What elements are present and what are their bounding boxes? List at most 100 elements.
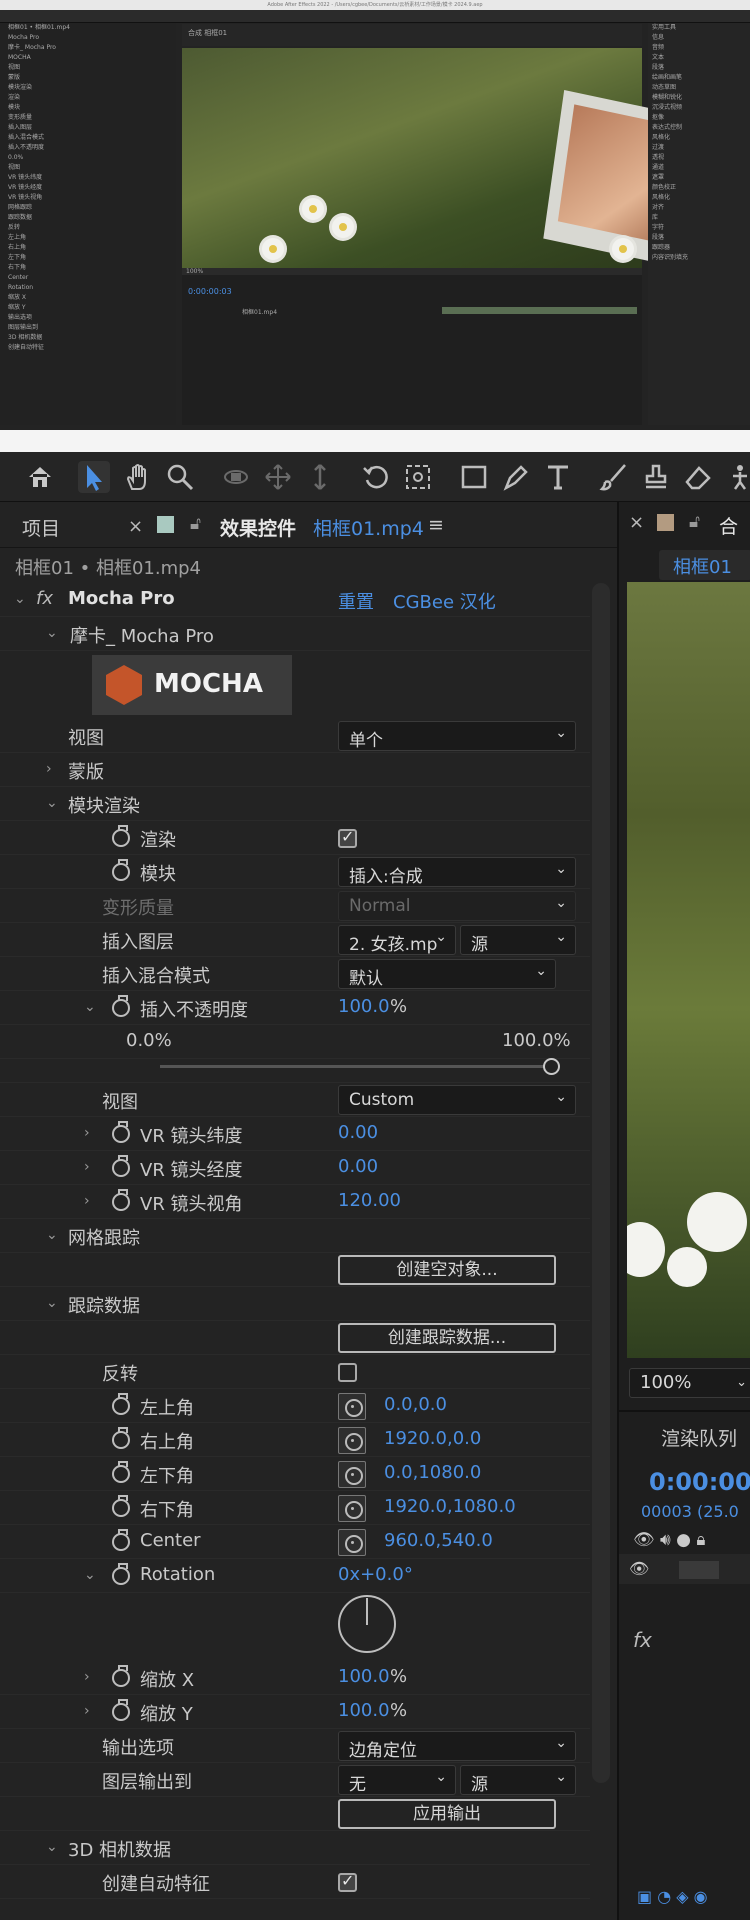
top-left-crosshair-icon[interactable] xyxy=(338,1393,366,1420)
clone-stamp-icon[interactable] xyxy=(640,461,672,493)
twirl-open-icon[interactable]: ⌄ xyxy=(14,591,26,607)
stopwatch-icon[interactable] xyxy=(112,1189,130,1211)
blend-dropdown[interactable]: 默认 ⌄ xyxy=(338,959,556,989)
insert-layer-source-dropdown[interactable]: 源 ⌄ xyxy=(460,925,576,955)
output-options-dropdown[interactable]: 边角定位 ⌄ xyxy=(338,1731,576,1761)
stopwatch-icon[interactable] xyxy=(112,1121,130,1143)
twirl-open-icon[interactable]: ⌄ xyxy=(84,999,96,1015)
twirl-open-icon[interactable]: ⌄ xyxy=(46,1839,58,1855)
stopwatch-icon[interactable] xyxy=(112,1495,130,1517)
bottom-left-crosshair-icon[interactable] xyxy=(338,1461,366,1488)
view-dropdown[interactable]: 单个 ⌄ xyxy=(338,721,576,751)
rotation-value[interactable]: 0x+0.0° xyxy=(338,1564,413,1585)
render-checkbox[interactable] xyxy=(338,827,357,848)
close-icon[interactable]: × xyxy=(629,512,644,533)
stopwatch-icon[interactable] xyxy=(112,1393,130,1415)
stopwatch-icon[interactable] xyxy=(112,1665,130,1687)
twirl-closed-icon[interactable]: › xyxy=(46,761,52,777)
bottom-right-crosshair-icon[interactable] xyxy=(338,1495,366,1522)
pan-camera-icon[interactable] xyxy=(262,461,294,493)
layer-row[interactable]: 👁︎ xyxy=(619,1554,750,1584)
layer-output-source-dropdown[interactable]: 源 ⌄ xyxy=(460,1765,576,1795)
stopwatch-icon[interactable] xyxy=(112,1563,130,1585)
orbit-camera-icon[interactable] xyxy=(220,461,252,493)
view2-dropdown[interactable]: Custom ⌄ xyxy=(338,1085,576,1115)
apply-output-button[interactable]: 应用输出 xyxy=(338,1799,556,1829)
stopwatch-icon[interactable] xyxy=(112,995,130,1017)
dolly-camera-icon[interactable] xyxy=(304,461,336,493)
vr-lat-value[interactable]: 0.00 xyxy=(338,1122,378,1143)
panel-scrollbar[interactable] xyxy=(592,583,610,1783)
scale-x-value[interactable]: 100.0 xyxy=(338,1666,390,1687)
text-tool-icon[interactable] xyxy=(542,461,574,493)
stopwatch-icon[interactable] xyxy=(112,825,130,847)
module-dropdown[interactable]: 插入:合成 ⌄ xyxy=(338,857,576,887)
tab-layer-name[interactable]: 相框01.mp4 xyxy=(313,514,424,541)
anchor-tool-icon[interactable] xyxy=(402,461,434,493)
stopwatch-icon[interactable] xyxy=(112,1155,130,1177)
home-icon[interactable] xyxy=(24,461,56,493)
twirl-closed-icon[interactable]: › xyxy=(84,1669,90,1685)
hand-tool-icon[interactable] xyxy=(122,461,154,493)
scale-y-value[interactable]: 100.0 xyxy=(338,1700,390,1721)
opacity-slider-thumb[interactable] xyxy=(543,1058,560,1075)
create-track-button[interactable]: 创建跟踪数据... xyxy=(338,1323,556,1353)
tab-composition[interactable]: 合 xyxy=(719,512,738,539)
eraser-tool-icon[interactable] xyxy=(682,461,714,493)
zoom-tool-icon[interactable] xyxy=(164,461,196,493)
top-right-crosshair-icon[interactable] xyxy=(338,1427,366,1454)
layer-switch-icons[interactable]: 👁︎ 🔊︎ ● 🔒︎ xyxy=(633,1530,705,1550)
opacity-slider-track[interactable] xyxy=(160,1058,560,1075)
twirl-open-icon[interactable]: ⌄ xyxy=(46,625,58,641)
top-left-value[interactable]: 0.0,0.0 xyxy=(384,1394,447,1415)
twirl-closed-icon[interactable]: › xyxy=(84,1159,90,1175)
twirl-open-icon[interactable]: ⌄ xyxy=(84,1567,96,1583)
selection-tool-icon[interactable] xyxy=(78,461,110,493)
pen-tool-icon[interactable] xyxy=(500,461,532,493)
twirl-closed-icon[interactable]: › xyxy=(84,1125,90,1141)
rectangle-tool-icon[interactable] xyxy=(458,461,490,493)
twirl-closed-icon[interactable]: › xyxy=(84,1703,90,1719)
auto-feature-checkbox[interactable] xyxy=(338,1871,357,1892)
stopwatch-icon[interactable] xyxy=(112,859,130,881)
close-icon[interactable]: × xyxy=(128,516,143,537)
invert-checkbox[interactable] xyxy=(338,1363,357,1382)
twirl-open-icon[interactable]: ⌄ xyxy=(46,795,58,811)
stopwatch-icon[interactable] xyxy=(112,1461,130,1483)
layer-output-dropdown[interactable]: 无 ⌄ xyxy=(338,1765,456,1795)
stopwatch-icon[interactable] xyxy=(112,1529,130,1551)
vr-lon-value[interactable]: 0.00 xyxy=(338,1156,378,1177)
tab-effect-controls[interactable]: 效果控件 xyxy=(220,514,296,541)
zoom-dropdown[interactable]: 100% ⌄ xyxy=(629,1368,750,1398)
fx-icon[interactable]: fx xyxy=(36,588,53,609)
brush-tool-icon[interactable] xyxy=(598,461,630,493)
comp-name-tab[interactable]: 相框01 xyxy=(659,550,750,580)
bottom-left-value[interactable]: 0.0,1080.0 xyxy=(384,1462,481,1483)
reset-button[interactable]: 重置 xyxy=(338,588,374,614)
twirl-open-icon[interactable]: ⌄ xyxy=(46,1227,58,1243)
current-time[interactable]: 0:00:00 xyxy=(649,1468,750,1496)
top-right-value[interactable]: 1920.0,0.0 xyxy=(384,1428,481,1449)
rotation-tool-icon[interactable] xyxy=(360,461,392,493)
puppet-tool-icon[interactable] xyxy=(724,461,750,493)
bottom-right-value[interactable]: 1920.0,1080.0 xyxy=(384,1496,516,1517)
lock-icon[interactable]: 🔓︎ xyxy=(190,514,201,534)
insert-layer-dropdown[interactable]: 2. 女孩.mp ⌄ xyxy=(338,925,456,955)
create-null-button[interactable]: 创建空对象... xyxy=(338,1255,556,1285)
rotation-dial[interactable] xyxy=(338,1595,396,1653)
eye-icon[interactable]: 👁︎ xyxy=(629,1559,649,1578)
center-value[interactable]: 960.0,540.0 xyxy=(384,1530,493,1551)
render-queue-tab[interactable]: 渲染队列 xyxy=(661,1424,737,1451)
comp-footer-icons[interactable]: ▣ ◔ ◈ ◉ xyxy=(637,1887,708,1906)
tab-project[interactable]: 项目 xyxy=(22,514,60,541)
stopwatch-icon[interactable] xyxy=(112,1427,130,1449)
twirl-open-icon[interactable]: ⌄ xyxy=(46,1295,58,1311)
lock-icon[interactable]: 🔓︎ xyxy=(689,512,700,532)
panel-menu-icon[interactable]: ≡ xyxy=(428,514,444,536)
opacity-value[interactable]: 100.0 xyxy=(338,996,390,1017)
center-crosshair-icon[interactable] xyxy=(338,1529,366,1556)
stopwatch-icon[interactable] xyxy=(112,1699,130,1721)
cgbee-link[interactable]: CGBee 汉化 xyxy=(393,588,496,614)
twirl-closed-icon[interactable]: › xyxy=(84,1193,90,1209)
vr-fov-value[interactable]: 120.00 xyxy=(338,1190,401,1211)
